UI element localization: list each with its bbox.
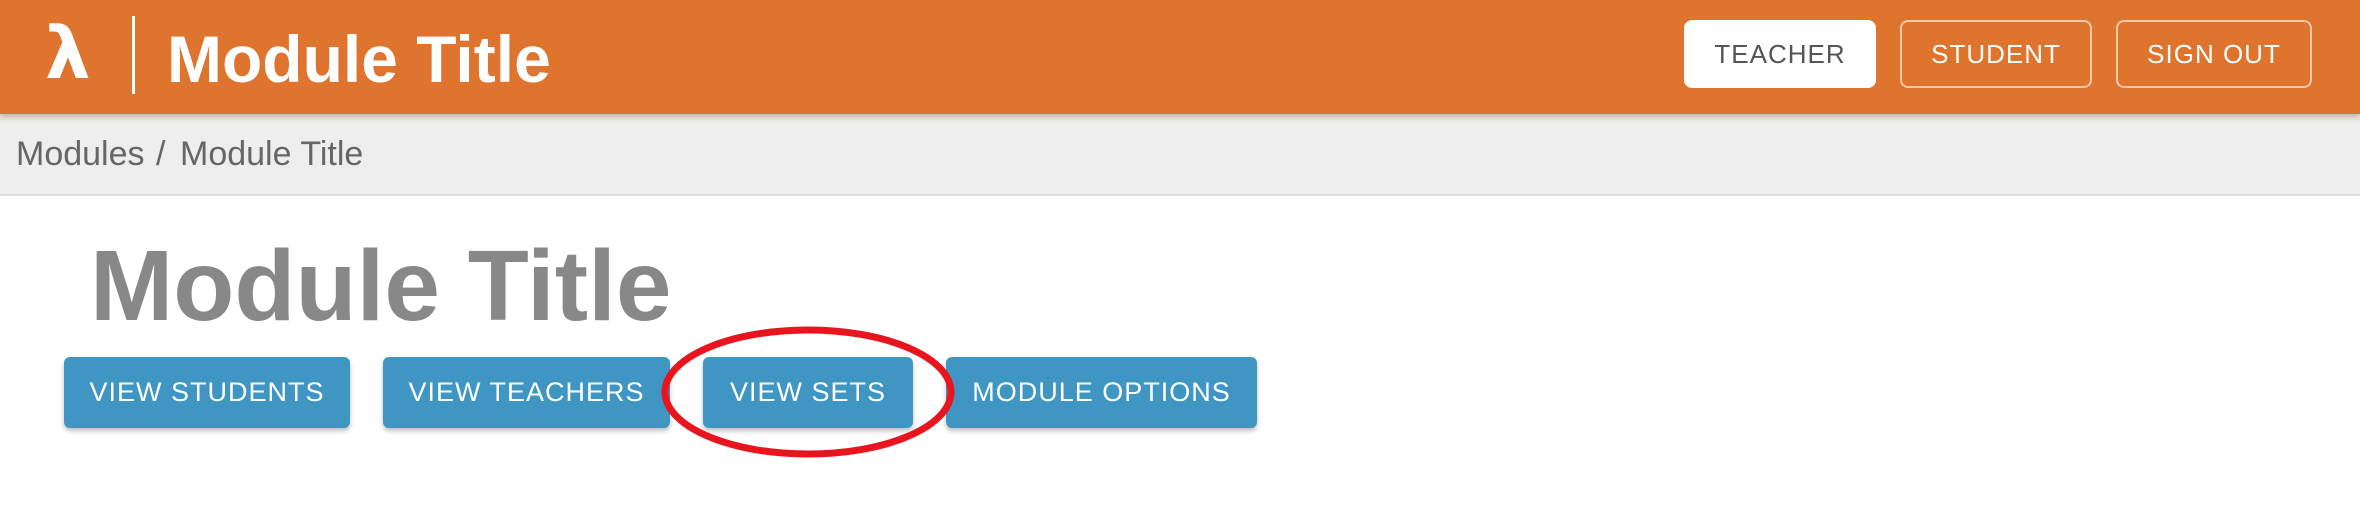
page: λ Module Title TEACHER STUDENT SIGN OUT … (0, 0, 2360, 510)
teacher-button[interactable]: TEACHER (1684, 20, 1876, 88)
sign-out-button[interactable]: SIGN OUT (2116, 20, 2312, 88)
breadcrumb-modules-link[interactable]: Modules (16, 132, 145, 176)
lambda-logo-icon[interactable]: λ (45, 8, 91, 98)
breadcrumb: Modules / Module Title (0, 114, 2360, 196)
app-title: Module Title (167, 22, 551, 96)
student-button[interactable]: STUDENT (1900, 20, 2092, 88)
breadcrumb-separator: / (156, 135, 166, 173)
view-students-button[interactable]: VIEW STUDENTS (64, 357, 350, 428)
module-options-button[interactable]: MODULE OPTIONS (946, 357, 1257, 428)
view-sets-button[interactable]: VIEW SETS (703, 357, 913, 428)
page-title: Module Title (90, 230, 672, 342)
breadcrumb-current: Module Title (180, 135, 364, 173)
top-app-bar: λ Module Title TEACHER STUDENT SIGN OUT (0, 0, 2360, 114)
logo-divider (132, 16, 135, 94)
view-teachers-button[interactable]: VIEW TEACHERS (383, 357, 670, 428)
